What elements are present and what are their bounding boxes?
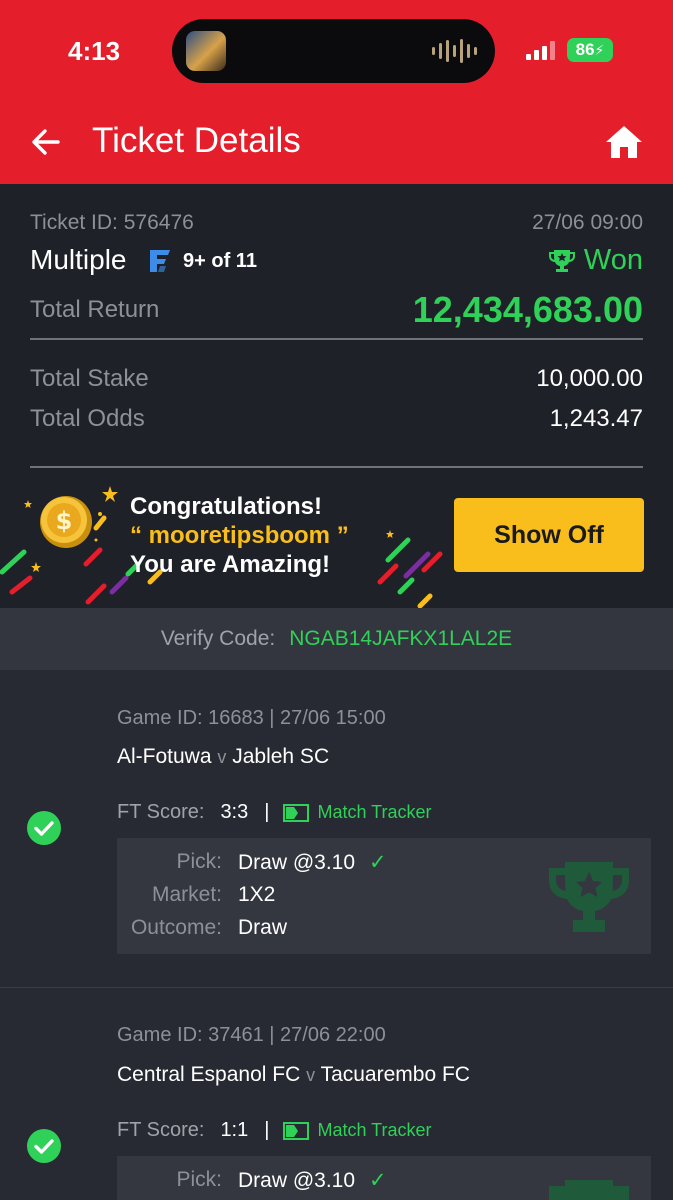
total-return-label: Total Return [30,296,160,323]
pick-details-box: Pick: Draw @3.10 ✓ Market: 1X2 Outcome: D… [117,838,651,954]
ft-score-row: FT Score: 3:3 | Match Tracker [117,801,431,824]
pick-value-wrap: Draw @3.10 ✓ [238,850,387,875]
ft-score-row: FT Score: 1:1 | Match Tracker [117,1119,431,1142]
game-card: Game ID: 37461 | 27/06 22:00 Central Esp… [0,988,673,1200]
dynamic-island[interactable] [172,19,495,83]
congrats-username-line: “ mooretipsboom ” [130,521,349,550]
ft-score: 1:1 [220,1119,249,1141]
pick-label: Pick: [176,850,222,873]
home-icon[interactable] [605,124,643,160]
ft-score-label: FT Score: [117,1119,205,1141]
back-arrow-icon[interactable] [30,122,62,162]
ticket-status-label: Won [583,244,643,276]
check-circle-icon [27,1129,61,1163]
pick-value-wrap: Draw @3.10 ✓ [238,1168,387,1193]
versus: v [306,1065,316,1085]
pick-value: Draw @3.10 [238,851,356,874]
pick-details-box: Pick: Draw @3.10 ✓ [117,1156,651,1200]
battery-indicator: 86 ⚡ [567,38,613,62]
header: 4:13 86 ⚡ Ticket Details [0,0,673,184]
versus: v [217,747,227,767]
total-stake-value: 10,000.00 [536,365,643,392]
divider [30,338,643,340]
checkmark-icon: ✓ [369,1169,387,1192]
coin-icon: $ [40,496,92,548]
trophy-icon [548,249,575,272]
game-card: Game ID: 16683 | 27/06 15:00 Al-Fotuwa v… [0,670,673,987]
quote-close: ” [336,522,349,549]
check-circle-icon [27,811,61,845]
ticket-status: Won [548,244,643,277]
ft-score: 3:3 [220,801,249,823]
match-tracker-link[interactable]: Match Tracker [317,1120,431,1141]
congrats-line: Congratulations! [130,493,322,520]
congrats-message: Congratulations! “ mooretipsboom ” You a… [130,492,349,579]
bet-type: Multiple [30,244,127,275]
trophy-icon [549,1180,629,1200]
total-odds-label: Total Odds [30,405,145,432]
home-team: Al-Fotuwa [117,745,212,768]
market-value: 1X2 [238,883,276,906]
total-odds-value: 1,243.47 [549,405,643,432]
total-stake-label: Total Stake [30,365,149,392]
checkmark-icon: ✓ [369,851,387,874]
audio-wave-icon [432,39,477,63]
flex-icon [150,250,170,272]
tracker-icon[interactable] [283,1121,310,1140]
congrats-line: You are Amazing! [130,551,331,578]
battery-level: 86 [575,40,595,59]
match-tracker-link[interactable]: Match Tracker [317,802,431,823]
away-team: Tacuarembo FC [320,1063,470,1086]
now-playing-app-icon [186,31,226,71]
game-id: Game ID: 37461 | 27/06 22:00 [117,1024,386,1046]
trophy-icon [549,862,629,932]
svg-text:$: $ [56,507,73,535]
signal-icon [526,40,555,60]
status-time: 4:13 [68,36,121,66]
congrats-username: mooretipsboom [148,522,331,549]
verify-code-label: Verify Code: [160,627,276,650]
flex-text: 9+ of 11 [183,250,257,272]
charging-icon: ⚡ [594,41,605,58]
quote-open: “ [130,522,142,549]
match-teams: Central Espanol FC v Tacuarembo FC [117,1063,470,1087]
page-title: Ticket Details [92,121,301,160]
separator: | [264,1119,270,1141]
outcome-label: Outcome: [130,916,222,939]
market-label: Market: [151,883,222,906]
show-off-button[interactable]: Show Off [454,498,644,572]
verify-code-value[interactable]: NGAB14JAFKX1LAL2E [289,627,512,651]
match-teams: Al-Fotuwa v Jableh SC [117,745,329,769]
pick-label: Pick: [176,1168,222,1191]
outcome-value: Draw [238,916,288,939]
game-id: Game ID: 16683 | 27/06 15:00 [117,707,386,729]
ticket-summary: Ticket ID: 576476 27/06 09:00 Multiple 9… [0,184,673,608]
divider [30,466,643,468]
pick-value: Draw @3.10 [238,1169,356,1192]
ticket-id: Ticket ID: 576476 [30,211,194,234]
tracker-icon[interactable] [283,803,310,822]
away-team: Jableh SC [232,745,330,768]
ticket-datetime: 27/06 09:00 [532,211,643,234]
separator: | [264,801,270,823]
verify-code-bar: Verify Code: NGAB14JAFKX1LAL2E [0,608,673,670]
ft-score-label: FT Score: [117,801,205,823]
total-return-value: 12,434,683.00 [412,289,643,330]
home-team: Central Espanol FC [117,1063,301,1086]
